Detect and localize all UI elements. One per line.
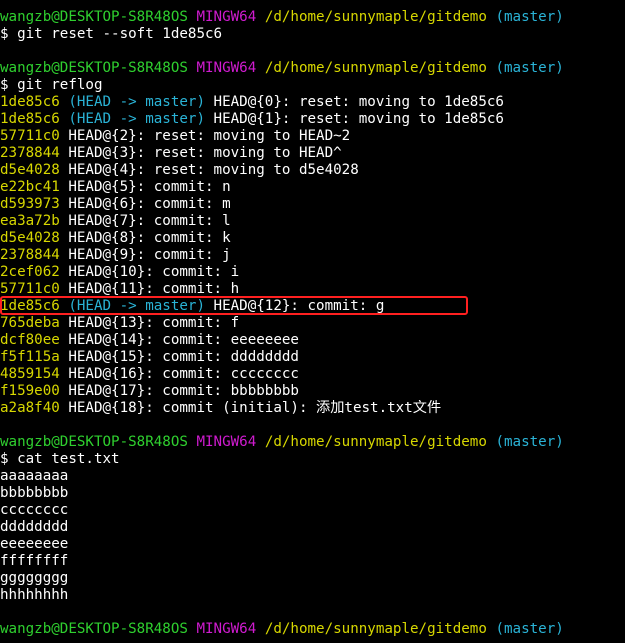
prompt-line: wangzb@DESKTOP-S8R48OS MINGW64 /d/home/s… [0, 621, 625, 638]
reflog-entry: 2378844 HEAD@{9}: commit: j [0, 247, 625, 264]
reflog-entry: 1de85c6 (HEAD -> master) HEAD@{1}: reset… [0, 111, 625, 128]
terminal-window[interactable]: wangzb@DESKTOP-S8R48OS MINGW64 /d/home/s… [0, 0, 625, 643]
commit-hash: 57711c0 [0, 128, 60, 144]
prompt-line: wangzb@DESKTOP-S8R48OS MINGW64 /d/home/s… [0, 60, 625, 77]
reflog-text: HEAD@{0}: reset: moving to 1de85c6 [205, 94, 504, 110]
reflog-entry: d5e4028 HEAD@{4}: reset: moving to d5e40… [0, 162, 625, 179]
prompt-user-host: wangzb@DESKTOP-S8R48OS [0, 621, 188, 637]
commit-hash: f159e00 [0, 383, 60, 399]
commit-hash: d5e4028 [0, 230, 60, 246]
reflog-entry: 2378844 HEAD@{3}: reset: moving to HEAD^ [0, 145, 625, 162]
prompt-shell: MINGW64 [196, 9, 257, 25]
file-line: gggggggg [0, 570, 69, 586]
command-reset: $ git reset --soft 1de85c6 [0, 26, 223, 42]
reflog-text: HEAD@{16}: commit: cccccccc [59, 366, 299, 382]
reflog-text: HEAD@{15}: commit: dddddddd [59, 349, 299, 365]
reflog-entry: a2a8f40 HEAD@{18}: commit (initial): 添加t… [0, 400, 625, 417]
reflog-entry: 1de85c6 (HEAD -> master) HEAD@{0}: reset… [0, 94, 625, 111]
reflog-output: 1de85c6 (HEAD -> master) HEAD@{0}: reset… [0, 94, 625, 417]
commit-hash: 2378844 [0, 247, 60, 263]
reflog-entry: 2cef062 HEAD@{10}: commit: i [0, 264, 625, 281]
file-line: dddddddd [0, 519, 69, 535]
reflog-entry: 765deba HEAD@{13}: commit: f [0, 315, 625, 332]
prompt-shell: MINGW64 [196, 621, 257, 637]
reflog-entry: 57711c0 HEAD@{2}: reset: moving to HEAD~… [0, 128, 625, 145]
file-line: cccccccc [0, 502, 69, 518]
file-output: aaaaaaaa bbbbbbbb cccccccc dddddddd eeee… [0, 468, 625, 604]
prompt-line: wangzb@DESKTOP-S8R48OS MINGW64 /d/home/s… [0, 9, 625, 26]
prompt-user-host: wangzb@DESKTOP-S8R48OS [0, 9, 188, 25]
command-cat: $ cat test.txt [0, 451, 120, 467]
reflog-entry: e22bc41 HEAD@{5}: commit: n [0, 179, 625, 196]
reflog-text: HEAD@{14}: commit: eeeeeeee [59, 332, 299, 348]
file-line: bbbbbbbb [0, 485, 69, 501]
file-line: hhhhhhhh [0, 587, 69, 603]
reflog-entry: dcf80ee HEAD@{14}: commit: eeeeeeee [0, 332, 625, 349]
commit-hash: 765deba [0, 315, 60, 331]
commit-hash: 1de85c6 [0, 111, 60, 127]
highlight-annotation-box [0, 296, 468, 315]
prompt-branch: (master) [495, 621, 564, 637]
head-ref: (HEAD -> master) [68, 94, 206, 110]
reflog-text: HEAD@{13}: commit: f [59, 315, 240, 331]
head-ref: (HEAD -> master) [68, 111, 206, 127]
commit-hash: 4859154 [0, 366, 60, 382]
prompt-path: /d/home/sunnymaple/gitdemo [264, 434, 487, 450]
commit-hash: f5f115a [0, 349, 60, 365]
reflog-text: HEAD@{10}: commit: i [59, 264, 240, 280]
prompt-path: /d/home/sunnymaple/gitdemo [264, 9, 487, 25]
reflog-text: HEAD@{4}: reset: moving to d5e4028 [59, 162, 359, 178]
prompt-line: wangzb@DESKTOP-S8R48OS MINGW64 /d/home/s… [0, 434, 625, 451]
reflog-entry: ea3a72b HEAD@{7}: commit: l [0, 213, 625, 230]
reflog-text: HEAD@{3}: reset: moving to HEAD^ [59, 145, 342, 161]
commit-hash: d593973 [0, 196, 60, 212]
reflog-text: HEAD@{5}: commit: n [59, 179, 231, 195]
reflog-text: HEAD@{1}: reset: moving to 1de85c6 [205, 111, 504, 127]
reflog-text: HEAD@{2}: reset: moving to HEAD~2 [59, 128, 351, 144]
commit-hash: a2a8f40 [0, 400, 60, 416]
commit-hash: dcf80ee [0, 332, 60, 348]
reflog-entry: d5e4028 HEAD@{8}: commit: k [0, 230, 625, 247]
prompt-path: /d/home/sunnymaple/gitdemo [264, 621, 487, 637]
reflog-text: HEAD@{11}: commit: h [59, 281, 240, 297]
prompt-branch: (master) [495, 434, 564, 450]
commit-hash: d5e4028 [0, 162, 60, 178]
reflog-entry: f5f115a HEAD@{15}: commit: dddddddd [0, 349, 625, 366]
reflog-text: HEAD@{9}: commit: j [59, 247, 231, 263]
commit-hash: 57711c0 [0, 281, 60, 297]
command-reflog: $ git reflog [0, 77, 103, 93]
prompt-branch: (master) [495, 9, 564, 25]
commit-hash: e22bc41 [0, 179, 60, 195]
prompt-user-host: wangzb@DESKTOP-S8R48OS [0, 434, 188, 450]
file-line: eeeeeeee [0, 536, 69, 552]
commit-hash: ea3a72b [0, 213, 60, 229]
reflog-text: HEAD@{8}: commit: k [59, 230, 231, 246]
reflog-entry: d593973 HEAD@{6}: commit: m [0, 196, 625, 213]
prompt-shell: MINGW64 [196, 434, 257, 450]
reflog-text: HEAD@{6}: commit: m [59, 196, 231, 212]
reflog-text: HEAD@{7}: commit: l [59, 213, 231, 229]
reflog-entry: f159e00 HEAD@{17}: commit: bbbbbbbb [0, 383, 625, 400]
prompt-path: /d/home/sunnymaple/gitdemo [264, 60, 487, 76]
reflog-entry: 4859154 HEAD@{16}: commit: cccccccc [0, 366, 625, 383]
prompt-branch: (master) [495, 60, 564, 76]
prompt-user-host: wangzb@DESKTOP-S8R48OS [0, 60, 188, 76]
file-line: aaaaaaaa [0, 468, 69, 484]
commit-hash: 1de85c6 [0, 94, 60, 110]
commit-hash: 2cef062 [0, 264, 60, 280]
reflog-text: HEAD@{17}: commit: bbbbbbbb [59, 383, 299, 399]
reflog-text: HEAD@{18}: commit (initial): 添加test.txt文… [59, 400, 442, 416]
prompt-shell: MINGW64 [196, 60, 257, 76]
file-line: ffffffff [0, 553, 69, 569]
commit-hash: 2378844 [0, 145, 60, 161]
